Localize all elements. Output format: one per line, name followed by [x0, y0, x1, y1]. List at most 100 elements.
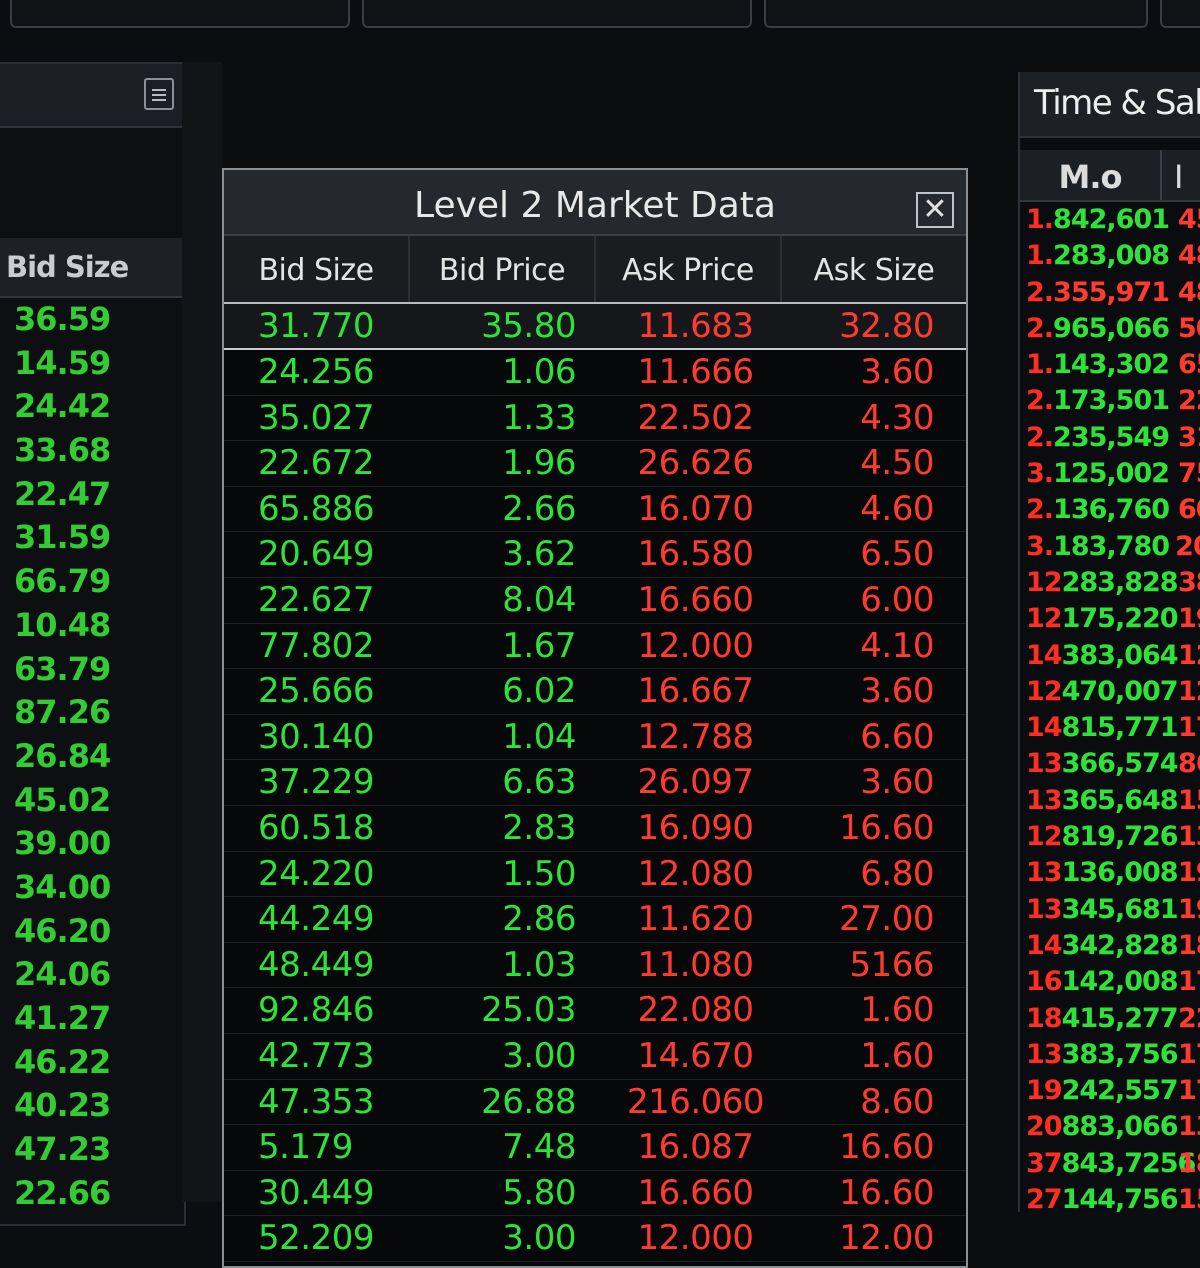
- list-item[interactable]: 12175,22019,: [1020, 601, 1200, 637]
- list-item[interactable]: 12283,82838,: [1020, 565, 1200, 601]
- toolbar-box-2[interactable]: [362, 0, 752, 28]
- bid-price-cell: 3.00: [502, 1035, 576, 1076]
- list-item[interactable]: 1.143,30265: [1020, 347, 1200, 383]
- bid-price-cell: 2.66: [502, 488, 576, 529]
- left-bid-row[interactable]: 46.20: [14, 910, 184, 954]
- list-item[interactable]: 2.173,50122: [1020, 383, 1200, 419]
- trade-amount: 383,756: [1061, 1038, 1179, 1070]
- table-row[interactable]: 44.249 2.86 11.620 27.00: [224, 897, 966, 943]
- list-item[interactable]: 14342,82818,5: [1020, 928, 1200, 964]
- list-item[interactable]: 12819,72613,0: [1020, 819, 1200, 855]
- list-item[interactable]: 20883,06613.0: [1020, 1109, 1200, 1145]
- list-item[interactable]: 13383,75617,8: [1020, 1037, 1200, 1073]
- bid-price-cell: 8.04: [502, 579, 576, 620]
- trade-second-value: 22: [1178, 385, 1200, 417]
- table-row[interactable]: 65.886 2.66 16.070 4.60: [224, 487, 966, 533]
- level2-titlebar[interactable]: Level 2 Market Data ✕: [224, 170, 966, 236]
- table-row[interactable]: 60.518 2.83 16.090 16.60: [224, 806, 966, 852]
- trade-prefix: 19: [1026, 1075, 1063, 1107]
- list-item[interactable]: 1.842,60145: [1020, 202, 1200, 238]
- list-item[interactable]: 2.235,54931: [1020, 420, 1200, 456]
- left-bid-row[interactable]: 63.79: [14, 648, 184, 692]
- left-bid-row[interactable]: 66.79: [14, 560, 184, 604]
- table-row[interactable]: 31.770 35.80 11.683 32.80: [224, 304, 966, 350]
- mo-column-header[interactable]: M.o: [1020, 150, 1162, 200]
- table-row[interactable]: 52.209 3.00 12.000 12.00: [224, 1216, 966, 1262]
- left-bid-row[interactable]: 14.59: [14, 342, 184, 386]
- left-column-header[interactable]: Bid Size: [0, 238, 184, 298]
- list-item[interactable]: 14383,06412,: [1020, 638, 1200, 674]
- list-item[interactable]: 3.183,78020,: [1020, 529, 1200, 565]
- left-bid-row[interactable]: 31.59: [14, 516, 184, 560]
- list-item[interactable]: 1.283,00848: [1020, 238, 1200, 274]
- list-item[interactable]: 12470,00712,5: [1020, 674, 1200, 710]
- list-item[interactable]: 37843,725618.8: [1020, 1146, 1200, 1182]
- list-item[interactable]: 13366,57486,0: [1020, 746, 1200, 782]
- trade-value: 14815,771: [1020, 710, 1179, 746]
- table-row[interactable]: 47.353 26.88 216.060 8.60: [224, 1080, 966, 1126]
- left-bid-row[interactable]: 40.23: [14, 1084, 184, 1128]
- table-row[interactable]: 35.027 1.33 22.502 4.30: [224, 396, 966, 442]
- list-item[interactable]: 13345,68119,9: [1020, 892, 1200, 928]
- bid-price-cell: 5.80: [502, 1172, 576, 1213]
- list-item[interactable]: 19242,55717,1: [1020, 1073, 1200, 1109]
- table-row[interactable]: 42.773 3.00 14.670 1.60: [224, 1034, 966, 1080]
- table-row[interactable]: 48.449 1.03 11.080 5166: [224, 943, 966, 989]
- left-bid-row[interactable]: 87.26: [14, 691, 184, 735]
- left-bid-row[interactable]: 41.27: [14, 997, 184, 1041]
- list-item[interactable]: 2.965,06650: [1020, 311, 1200, 347]
- bid-price-header[interactable]: Bid Price: [410, 236, 596, 302]
- table-row[interactable]: 92.846 25.03 22.080 1.60: [224, 988, 966, 1034]
- menu-icon[interactable]: [144, 78, 174, 110]
- list-item[interactable]: 14815,77117,5: [1020, 710, 1200, 746]
- toolbar-box-4[interactable]: [1160, 0, 1200, 28]
- left-bid-row[interactable]: 24.42: [14, 385, 184, 429]
- table-row[interactable]: 30.449 5.80 16.660 16.60: [224, 1171, 966, 1217]
- bid-size-header[interactable]: Bid Size: [224, 236, 410, 302]
- table-row[interactable]: 20.649 3.62 16.580 6.50: [224, 532, 966, 578]
- left-bid-row[interactable]: 22.47: [14, 473, 184, 517]
- trade-prefix: 13: [1026, 748, 1063, 780]
- bid-price-cell: 3.00: [502, 1218, 576, 1259]
- table-row[interactable]: 22.627 8.04 16.660 6.00: [224, 578, 966, 624]
- left-bid-row[interactable]: 39.00: [14, 822, 184, 866]
- level2-window: Level 2 Market Data ✕ Bid Size Bid Price…: [222, 168, 968, 1268]
- list-item[interactable]: 27144,75615.4: [1020, 1182, 1200, 1218]
- list-item[interactable]: 3.125,00275: [1020, 456, 1200, 492]
- table-row[interactable]: 24.220 1.50 12.080 6.80: [224, 852, 966, 898]
- left-bid-row[interactable]: 26.84: [14, 735, 184, 779]
- table-row[interactable]: 77.802 1.67 12.000 4.10: [224, 624, 966, 670]
- list-item[interactable]: 18415,27722,5: [1020, 1001, 1200, 1037]
- left-bid-row[interactable]: 33.68: [14, 429, 184, 473]
- table-row[interactable]: 22.672 1.96 26.626 4.50: [224, 441, 966, 487]
- toolbar-box-3[interactable]: [764, 0, 1148, 28]
- trade-second-value: 19,5: [1178, 857, 1200, 889]
- left-bid-row[interactable]: 45.02: [14, 779, 184, 823]
- list-item[interactable]: 13365,64815,0: [1020, 783, 1200, 819]
- table-row[interactable]: 5.179 7.48 16.087 16.60: [224, 1125, 966, 1171]
- bid-price-cell: 1.67: [502, 625, 576, 666]
- ask-price-header[interactable]: Ask Price: [596, 236, 782, 302]
- left-bid-row[interactable]: 46.22: [14, 1041, 184, 1085]
- table-row[interactable]: 24.256 1.06 11.666 3.60: [224, 350, 966, 396]
- left-bid-row[interactable]: 24.06: [14, 953, 184, 997]
- left-bid-row[interactable]: 10.48: [14, 604, 184, 648]
- table-row[interactable]: 30.140 1.04 12.788 6.60: [224, 715, 966, 761]
- list-item[interactable]: 13136,00819,5: [1020, 855, 1200, 891]
- left-bid-row[interactable]: 22.66: [14, 1172, 184, 1216]
- toolbar-box-1[interactable]: [10, 0, 350, 28]
- second-column-header[interactable]: I: [1162, 150, 1200, 200]
- ask-price-cell: 11.666: [637, 352, 754, 392]
- list-item[interactable]: 16142,00817,1: [1020, 964, 1200, 1000]
- ask-size-header[interactable]: Ask Size: [782, 236, 966, 302]
- close-icon[interactable]: ✕: [916, 192, 954, 228]
- table-row[interactable]: 25.666 6.02 16.667 3.60: [224, 669, 966, 715]
- left-bid-row[interactable]: 34.00: [14, 866, 184, 910]
- list-item[interactable]: 2.355,97148: [1020, 275, 1200, 311]
- left-bid-row[interactable]: 36.59: [14, 298, 184, 342]
- window-title: Level 2 Market Data: [414, 185, 776, 226]
- left-bid-row[interactable]: 47.23: [14, 1128, 184, 1172]
- list-item[interactable]: 2.136,76060: [1020, 492, 1200, 528]
- table-row[interactable]: 37.229 6.63 26.097 3.60: [224, 760, 966, 806]
- ask-price-cell: 216.060: [626, 1081, 765, 1122]
